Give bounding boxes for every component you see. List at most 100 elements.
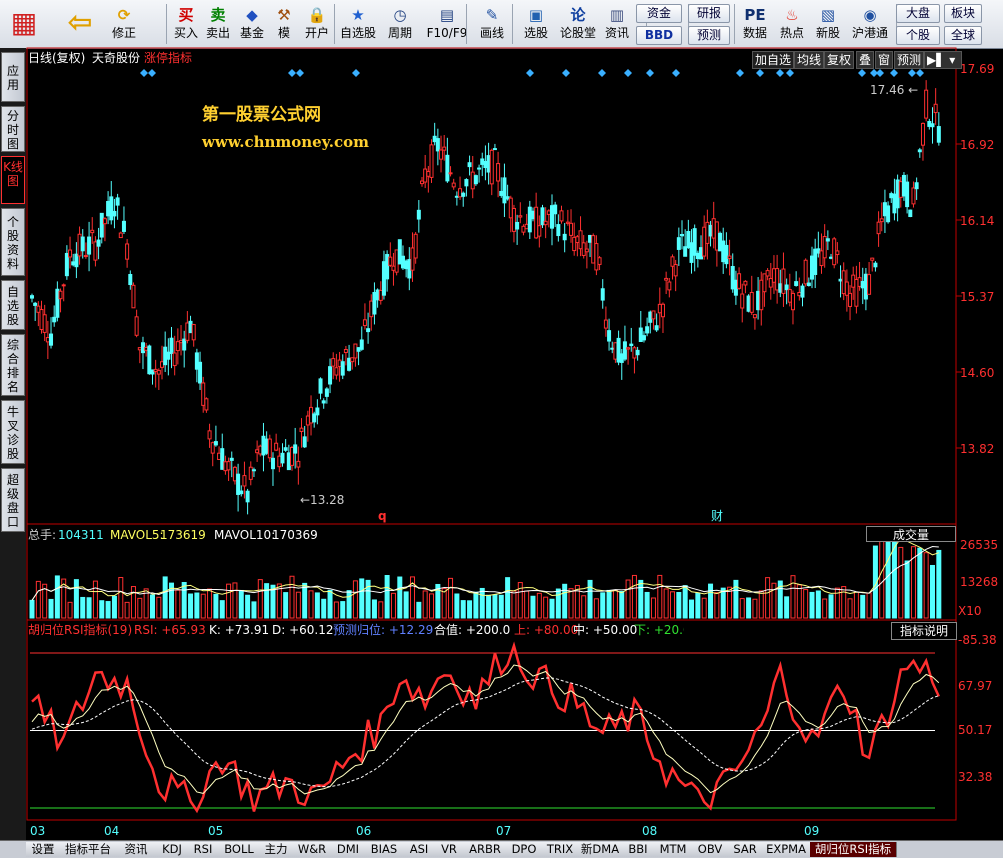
- candle-body: [680, 233, 684, 237]
- chart-header-button[interactable]: 叠: [856, 51, 875, 69]
- candle-body: [45, 337, 50, 343]
- signal-diamond: [598, 69, 606, 77]
- volume-bar: [175, 589, 181, 619]
- indicator-tab[interactable]: 指标平台: [60, 842, 117, 857]
- candle-body: [302, 436, 307, 448]
- chart-header-button[interactable]: 复权: [824, 51, 855, 69]
- price-panel-frame: [26, 47, 957, 525]
- candle-body: [388, 256, 393, 266]
- indicator-tab[interactable]: BIAS: [364, 842, 405, 857]
- chart-nav-icon[interactable]: ▶▌ ▾: [924, 51, 962, 69]
- indicator-tab[interactable]: W&R: [292, 842, 333, 857]
- mavol10-label: MAVOL10:: [214, 528, 276, 542]
- candle-body: [835, 250, 840, 256]
- indicator-tab[interactable]: SAR: [728, 842, 763, 857]
- time-axis-label: 09: [804, 824, 819, 838]
- volume-bar: [784, 596, 790, 619]
- chart-header-button[interactable]: 预测: [894, 51, 925, 69]
- candle-body: [391, 265, 396, 271]
- candle-body: [775, 268, 780, 291]
- indicator-tab[interactable]: BOLL: [218, 842, 261, 857]
- candle-body: [778, 283, 783, 293]
- candle-body: [854, 279, 859, 307]
- candle-body: [454, 195, 459, 198]
- volume-bar: [708, 583, 714, 619]
- mavol5-value: 173619: [160, 528, 206, 542]
- volume-bar: [378, 601, 384, 619]
- chart-header-button[interactable]: 均线: [794, 51, 825, 69]
- candle-body: [274, 442, 279, 451]
- indicator-tab[interactable]: 胡归位RSI指标: [810, 842, 897, 857]
- volume-bar: [676, 591, 682, 619]
- volume-bar: [689, 599, 695, 619]
- indicator-tab[interactable]: OBV: [692, 842, 729, 857]
- volume-bar: [746, 597, 752, 619]
- indicator-title: 胡归位RSI指标(19): [28, 623, 133, 637]
- chart-header-button[interactable]: 加自选: [752, 51, 795, 69]
- candle-body: [343, 349, 348, 354]
- candle-body: [188, 320, 193, 334]
- volume-bar: [492, 594, 498, 619]
- candle-body: [527, 206, 532, 233]
- indicator-tab[interactable]: 设置: [26, 842, 61, 857]
- volume-bar: [454, 593, 460, 619]
- candle-body: [819, 250, 824, 267]
- candle-body: [137, 347, 142, 351]
- indicator-tab[interactable]: 主力: [260, 842, 293, 857]
- candle-body: [730, 266, 735, 290]
- indicator-tab[interactable]: DMI: [332, 842, 365, 857]
- candle-body: [594, 243, 599, 271]
- candle-body: [296, 460, 301, 468]
- candle-body: [223, 461, 228, 472]
- candle-body: [400, 255, 405, 269]
- candle-body: [429, 144, 434, 178]
- volume-bar: [682, 585, 688, 619]
- indicator-tab[interactable]: BBI: [622, 842, 655, 857]
- indicator-tab[interactable]: EXPMA: [762, 842, 811, 857]
- volume-bar: [555, 588, 561, 619]
- indicator-axis-label: 50.17: [958, 723, 992, 737]
- indicator-tab[interactable]: KDJ: [156, 842, 189, 857]
- candle-body: [470, 171, 475, 190]
- candle-body: [607, 330, 612, 342]
- candle-body: [911, 187, 916, 205]
- candle-body: [714, 221, 719, 251]
- indicator-explain-button[interactable]: 指标说明: [891, 622, 957, 640]
- volume-bar: [86, 597, 92, 619]
- volume-bar: [283, 592, 289, 619]
- candle-body: [179, 340, 184, 344]
- indicator-tab[interactable]: MTM: [654, 842, 693, 857]
- volume-bar: [505, 577, 511, 619]
- candle-body: [695, 252, 700, 259]
- volume-bar: [188, 593, 194, 619]
- indicator-tab[interactable]: ASI: [404, 842, 435, 857]
- candle-body: [619, 353, 624, 363]
- candle-body: [435, 138, 440, 152]
- candle-body: [353, 343, 358, 359]
- volume-bar: [765, 577, 771, 619]
- down-line-value: 下: +20.00: [634, 623, 684, 637]
- indicator-axis-label: 32.38: [958, 770, 992, 784]
- candle-body: [451, 182, 456, 188]
- marker-cai: 财: [711, 509, 723, 523]
- indicator-tab[interactable]: DPO: [506, 842, 543, 857]
- candle-body: [844, 281, 849, 296]
- candle-body: [182, 338, 187, 351]
- indicator-tab[interactable]: RSI: [188, 842, 219, 857]
- indicator-tab[interactable]: VR: [434, 842, 465, 857]
- candle-body: [800, 285, 805, 298]
- candle-body: [458, 188, 463, 198]
- candle-body: [331, 358, 336, 367]
- candle-body: [670, 256, 675, 267]
- candle-body: [236, 473, 241, 495]
- candle-body: [264, 438, 269, 454]
- indicator-axis-label: -85.38: [958, 633, 997, 647]
- indicator-tab[interactable]: 资讯: [116, 842, 157, 857]
- indicator-tab[interactable]: TRIX: [542, 842, 579, 857]
- volume-bar: [822, 598, 828, 619]
- candle-body: [39, 309, 44, 331]
- volume-dropdown[interactable]: 成交量: [866, 526, 956, 542]
- indicator-tab[interactable]: ARBR: [464, 842, 507, 857]
- chart-header-button[interactable]: 窗: [875, 51, 894, 69]
- indicator-tab[interactable]: 新DMA: [578, 842, 623, 857]
